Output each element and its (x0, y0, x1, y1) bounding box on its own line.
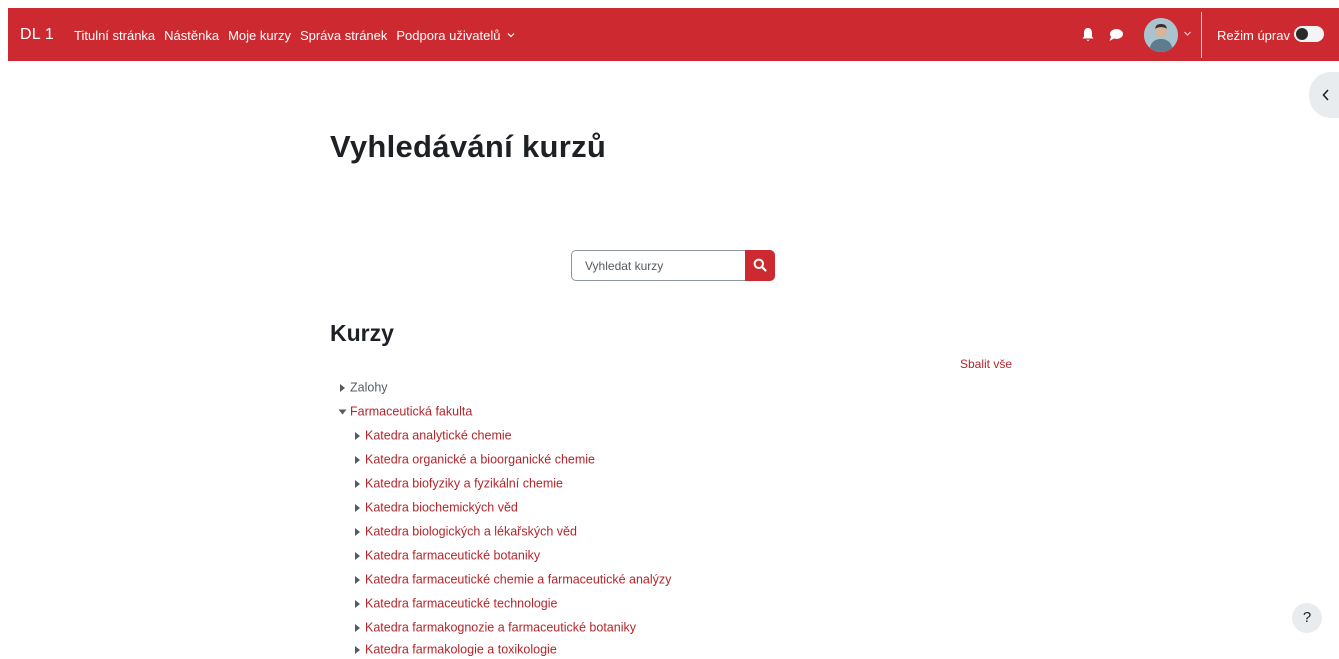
caret-right-icon (355, 479, 360, 488)
top-navbar: DL 1 Titulní stránka Nástěnka Moje kurzy… (8, 8, 1339, 61)
search-icon (753, 258, 767, 272)
nav-item-my-courses[interactable]: Moje kurzy (228, 28, 291, 43)
caret-right-icon (355, 431, 360, 440)
category-item[interactable]: Katedra organické a bioorganické chemie (353, 450, 595, 468)
category-label: Katedra organické a bioorganické chemie (365, 452, 595, 467)
user-avatar-image (1144, 18, 1178, 52)
edit-mode-label: Režim úprav (1217, 28, 1290, 43)
nav-item-dashboard[interactable]: Nástěnka (164, 28, 219, 43)
category-label: Farmaceutická fakulta (350, 404, 473, 419)
course-search-form (571, 250, 775, 281)
category-label: Katedra farmaceutické chemie a farmaceut… (365, 572, 672, 587)
section-title: Kurzy (330, 320, 394, 346)
bell-icon[interactable] (1081, 27, 1095, 43)
category-item[interactable]: Katedra farmakologie a toxikologie (353, 640, 557, 658)
caret-right-icon (355, 503, 360, 512)
category-label: Katedra biofyziky a fyzikální chemie (365, 476, 564, 491)
category-item[interactable]: Katedra biofyziky a fyzikální chemie (353, 474, 563, 492)
category-item[interactable]: Zalohy (338, 378, 388, 396)
category-label: Katedra farmaceutické botaniky (365, 548, 541, 563)
nav-item-site-admin[interactable]: Správa stránek (300, 28, 387, 43)
help-button[interactable]: ? (1292, 603, 1322, 633)
category-item[interactable]: Katedra farmakognozie a farmaceutické bo… (353, 618, 636, 636)
caret-right-icon (355, 623, 360, 632)
caret-right-icon (355, 455, 360, 464)
caret-down-icon (338, 409, 347, 415)
toggle-knob (1296, 28, 1308, 40)
category-item[interactable]: Katedra farmaceutické chemie a farmaceut… (353, 570, 671, 588)
category-label: Katedra biologických a lékařských věd (365, 524, 577, 539)
caret-right-icon (355, 575, 360, 584)
nav-item-home[interactable]: Titulní stránka (74, 28, 155, 43)
category-item[interactable]: Farmaceutická fakulta (338, 402, 472, 420)
caret-right-icon (355, 527, 360, 536)
page-title: Vyhledávání kurzů (330, 129, 607, 164)
category-label: Zalohy (350, 380, 388, 395)
avatar[interactable] (1144, 18, 1178, 52)
category-label: Katedra farmakognozie a farmaceutické bo… (365, 620, 636, 635)
caret-right-icon (355, 599, 360, 608)
primary-navigation: Titulní stránka Nástěnka Moje kurzy Sprá… (74, 28, 524, 43)
category-item[interactable]: Katedra biologických a lékařských věd (353, 522, 577, 540)
caret-right-icon (340, 383, 345, 392)
search-input[interactable] (571, 250, 745, 281)
category-label: Katedra biochemických věd (365, 500, 518, 515)
category-item[interactable]: Katedra biochemických věd (353, 498, 518, 516)
nav-item-user-support[interactable]: Podpora uživatelů (396, 28, 515, 43)
category-item[interactable]: Katedra farmaceutické technologie (353, 594, 557, 612)
category-item[interactable]: Katedra farmaceutické botaniky (353, 546, 540, 564)
category-label: Katedra analytické chemie (365, 428, 512, 443)
navbar-divider (1201, 12, 1202, 58)
caret-right-icon (355, 551, 360, 560)
open-drawer-button[interactable] (1309, 72, 1339, 118)
site-brand[interactable]: DL 1 (20, 26, 54, 44)
category-item[interactable]: Katedra analytické chemie (353, 426, 512, 444)
collapse-all-link[interactable]: Sbalit vše (960, 357, 1012, 371)
nav-item-user-support-label: Podpora uživatelů (396, 28, 501, 43)
search-button[interactable] (745, 250, 775, 281)
chevron-down-icon (507, 33, 515, 38)
category-label: Katedra farmaceutické technologie (365, 596, 558, 611)
chat-icon[interactable] (1108, 28, 1124, 42)
chevron-down-icon[interactable] (1183, 29, 1192, 38)
chevron-left-icon (1322, 89, 1329, 101)
edit-mode-toggle[interactable] (1294, 26, 1324, 42)
